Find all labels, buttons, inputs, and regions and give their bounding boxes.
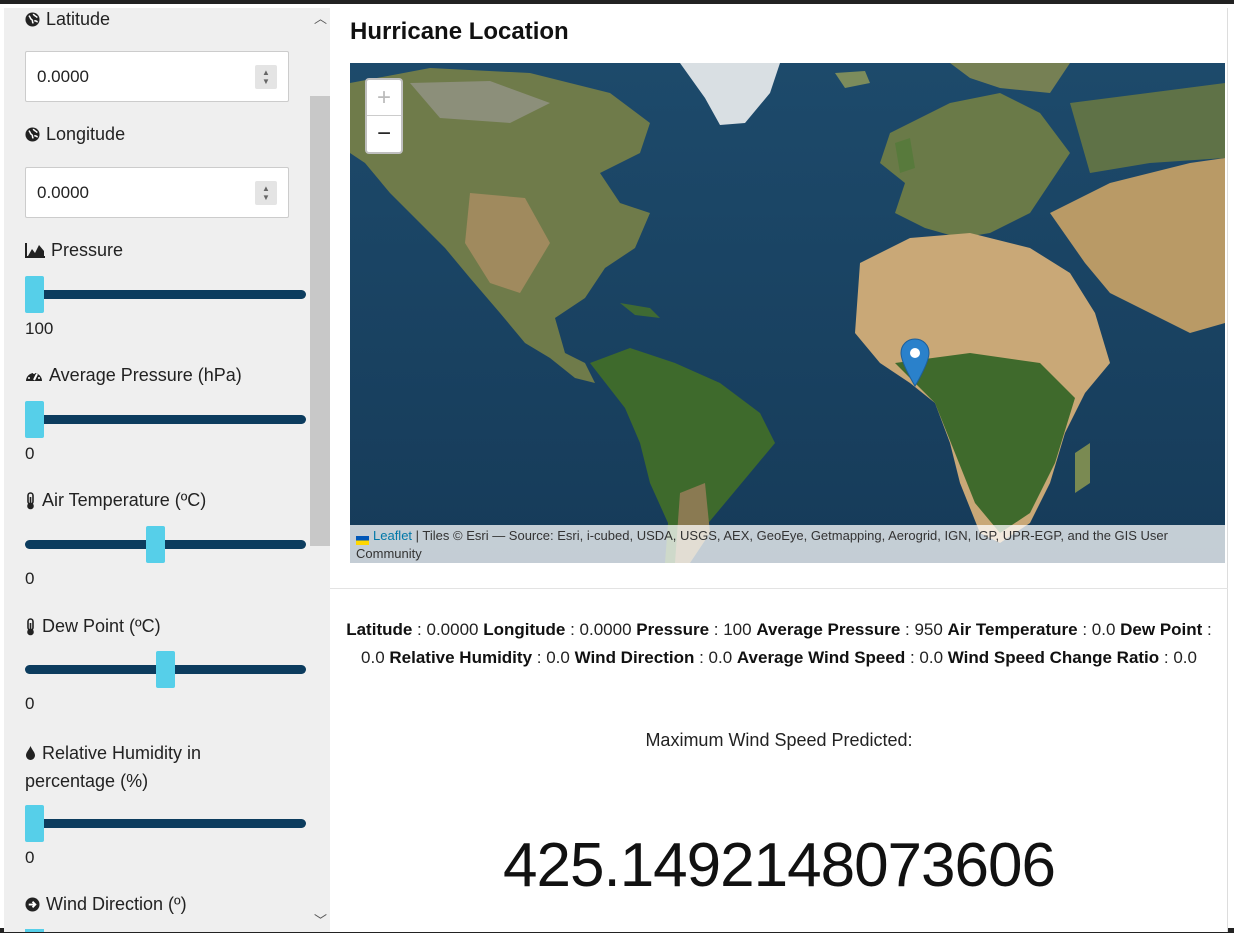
sidebar: ︿ ﹀ Latitude 0.0000 ▲ ▼ Longitude 0.0000 …	[4, 8, 330, 932]
avg-pressure-slider[interactable]	[25, 401, 306, 439]
air-temp-label: Air Temperature (ºC)	[25, 490, 206, 511]
prediction-value: 425.1492148073606	[503, 831, 1056, 900]
slider-thumb[interactable]	[25, 401, 44, 438]
chevron-up-icon[interactable]: ▲	[262, 68, 270, 77]
summary-value: : 0.0	[532, 648, 575, 667]
map-marker-icon[interactable]	[900, 338, 930, 388]
input-summary: Latitude : 0.0000 Longitude : 0.0000 Pre…	[338, 616, 1220, 672]
dew-point-value: 0	[25, 694, 35, 713]
summary-key: Average Wind Speed	[736, 648, 906, 667]
prediction-label: Maximum Wind Speed Predicted:	[645, 730, 913, 750]
summary-key: Latitude	[346, 620, 413, 639]
longitude-spinner[interactable]: ▲ ▼	[255, 181, 277, 205]
slider-thumb[interactable]	[25, 805, 44, 842]
divider	[330, 588, 1228, 589]
page-title: Hurricane Location	[350, 18, 569, 45]
summary-key: Relative Humidity	[389, 648, 533, 667]
summary-key: Air Temperature	[947, 620, 1078, 639]
summary-value: : 0.0	[905, 648, 948, 667]
scroll-down-icon[interactable]: ﹀	[314, 914, 327, 928]
chevron-up-icon[interactable]: ▲	[262, 184, 270, 193]
slider-track[interactable]	[25, 819, 306, 828]
slider-thumb[interactable]	[25, 276, 44, 313]
summary-value: : 100	[709, 620, 757, 639]
summary-key: Longitude	[483, 620, 566, 639]
avg-pressure-label: Average Pressure (hPa)	[25, 365, 242, 386]
globe-icon	[25, 12, 40, 27]
zoom-in-button[interactable]: +	[367, 80, 401, 116]
main-panel: Hurricane Location + − Leaflet | Tiles ©…	[330, 8, 1228, 932]
thermometer-icon	[25, 617, 36, 636]
rel-humidity-slider[interactable]	[25, 805, 306, 843]
zoom-out-button[interactable]: −	[367, 116, 401, 152]
gauge-icon	[25, 368, 43, 383]
pressure-slider[interactable]	[25, 276, 306, 314]
latitude-spinner[interactable]: ▲ ▼	[255, 65, 277, 89]
air-temp-slider[interactable]	[25, 526, 306, 564]
summary-value: : 0.0000	[565, 620, 637, 639]
latitude-label: Latitude	[25, 9, 110, 30]
satellite-basemap	[350, 63, 1225, 563]
area-chart-icon	[25, 243, 45, 258]
air-temp-value: 0	[25, 569, 35, 588]
longitude-input[interactable]: 0.0000 ▲ ▼	[25, 167, 289, 218]
chevron-down-icon[interactable]: ▼	[262, 77, 270, 86]
rel-humidity-label: Relative Humidity in percentage (%)	[25, 743, 202, 791]
slider-thumb[interactable]	[25, 929, 44, 932]
pressure-value: 100	[25, 319, 54, 338]
dew-point-label: Dew Point (ºC)	[25, 616, 161, 637]
dew-point-slider[interactable]	[25, 651, 306, 689]
map[interactable]: + − Leaflet | Tiles © Esri — Source: Esr…	[350, 63, 1225, 563]
rel-humidity-value: 0	[25, 848, 35, 867]
sidebar-scrollbar[interactable]: ︿ ﹀	[310, 8, 330, 932]
summary-key: Dew Point	[1120, 620, 1203, 639]
summary-value: : 0.0	[1159, 648, 1197, 667]
slider-track[interactable]	[25, 415, 306, 424]
slider-thumb[interactable]	[156, 651, 175, 688]
scroll-up-icon[interactable]: ︿	[314, 12, 327, 26]
slider-track[interactable]	[25, 540, 306, 549]
summary-key: Wind Speed Change Ratio	[947, 648, 1160, 667]
summary-key: Pressure	[636, 620, 710, 639]
pressure-label: Pressure	[25, 240, 123, 261]
arrow-circle-icon	[25, 897, 40, 912]
globe-icon	[25, 127, 40, 142]
summary-value: : 0.0000	[412, 620, 484, 639]
thermometer-icon	[25, 491, 36, 510]
summary-value: : 0.0	[1077, 620, 1121, 639]
scrollbar-thumb[interactable]	[310, 96, 330, 546]
zoom-control: + −	[365, 78, 403, 154]
summary-key: Average Pressure	[756, 620, 901, 639]
wind-direction-label: Wind Direction (º)	[25, 894, 187, 915]
avg-pressure-value: 0	[25, 444, 35, 463]
leaflet-link[interactable]: Leaflet	[373, 528, 412, 543]
summary-value: : 0.0	[694, 648, 737, 667]
droplet-icon	[25, 745, 36, 761]
latitude-input[interactable]: 0.0000 ▲ ▼	[25, 51, 289, 102]
map-attribution: Leaflet | Tiles © Esri — Source: Esri, i…	[350, 525, 1225, 563]
summary-key: Wind Direction	[574, 648, 695, 667]
slider-track[interactable]	[25, 290, 306, 299]
attribution-text: | Tiles © Esri — Source: Esri, i-cubed, …	[356, 528, 1168, 561]
slider-thumb[interactable]	[145, 526, 165, 563]
longitude-label: Longitude	[25, 124, 125, 145]
chevron-down-icon[interactable]: ▼	[262, 193, 270, 202]
summary-value: : 950	[900, 620, 948, 639]
ukraine-flag-icon	[356, 532, 369, 546]
